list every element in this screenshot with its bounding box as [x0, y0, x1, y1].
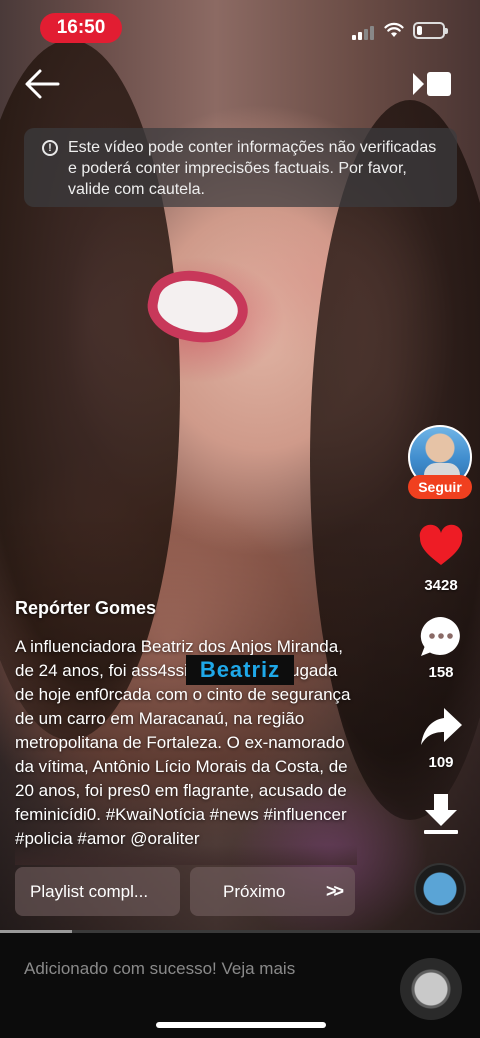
wifi-icon: [384, 22, 404, 37]
share-icon[interactable]: [418, 704, 464, 750]
caption-fade: [15, 845, 357, 865]
music-disc-icon[interactable]: [414, 863, 466, 915]
share-count: 109: [428, 754, 454, 771]
misinformation-warning-banner: ! Este vídeo pode conter informações não…: [24, 128, 457, 207]
cellular-signal-icon: [352, 26, 374, 40]
download-icon[interactable]: [418, 790, 464, 836]
status-time: 16:50: [40, 13, 122, 43]
sidebar-toggle-icon[interactable]: [410, 68, 454, 100]
back-arrow-icon[interactable]: [22, 66, 62, 102]
heart-icon[interactable]: [418, 524, 464, 570]
comment-icon[interactable]: [418, 614, 464, 660]
author-name[interactable]: Repórter Gomes: [15, 598, 156, 619]
next-label: Próximo: [223, 882, 286, 901]
comment-count: 158: [428, 664, 454, 681]
playlist-label: Playlist compl...: [30, 882, 149, 901]
toast-text: Adicionado com sucesso! Veja mais: [24, 959, 296, 978]
video-overlay-text: Beatriz: [186, 655, 294, 685]
battery-icon: [413, 22, 448, 39]
double-chevron-right-icon: >>: [325, 881, 344, 901]
next-button[interactable]: Próximo >>: [190, 867, 355, 916]
playlist-button[interactable]: Playlist compl...: [15, 867, 180, 916]
assistive-touch-button[interactable]: [400, 958, 462, 1020]
like-count: 3428: [424, 577, 458, 594]
home-indicator[interactable]: [156, 1022, 326, 1028]
warning-text: Este vídeo pode conter informações não v…: [68, 139, 437, 198]
info-circle-icon: !: [42, 140, 58, 156]
follow-button[interactable]: Seguir: [408, 475, 472, 499]
